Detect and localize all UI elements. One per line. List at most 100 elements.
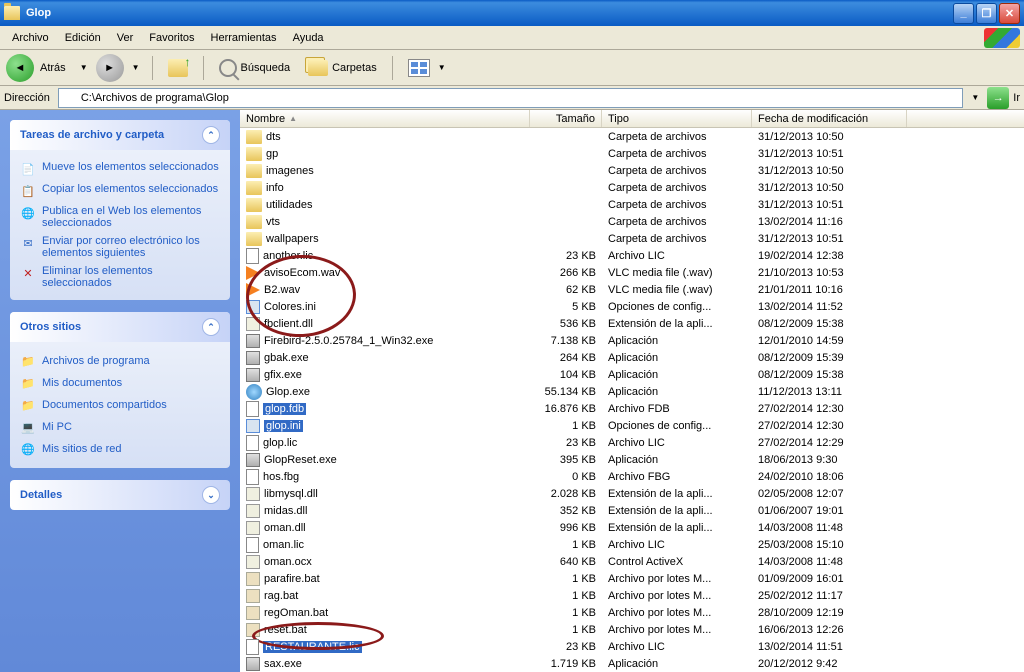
file-row[interactable]: oman.dll 996 KB Extensión de la apli... …	[240, 519, 1024, 536]
menu-favoritos[interactable]: Favoritos	[141, 29, 202, 47]
tasks-panel-header[interactable]: Tareas de archivo y carpeta ⌃	[10, 120, 230, 150]
minimize-button[interactable]: _	[953, 3, 974, 24]
file-row[interactable]: Firebird-2.5.0.25784_1_Win32.exe 7.138 K…	[240, 332, 1024, 349]
close-button[interactable]: ✕	[999, 3, 1020, 24]
file-row[interactable]: glop.lic 23 KB Archivo LIC 27/02/2014 12…	[240, 434, 1024, 451]
file-size: 395 KB	[530, 454, 602, 466]
file-row[interactable]: oman.lic 1 KB Archivo LIC 25/03/2008 15:…	[240, 536, 1024, 553]
up-button[interactable]	[161, 54, 195, 82]
file-icon	[246, 401, 259, 417]
task-item[interactable]: ✉Enviar por correo electrónico los eleme…	[20, 232, 220, 262]
file-row[interactable]: hos.fbg 0 KB Archivo FBG 24/02/2010 18:0…	[240, 468, 1024, 485]
file-name: regOman.bat	[264, 607, 328, 619]
place-item[interactable]: 📁Archivos de programa	[20, 350, 220, 372]
exe-icon	[246, 368, 260, 382]
exe-icon	[246, 453, 260, 467]
file-row[interactable]: sax.exe 1.719 KB Aplicación 20/12/2012 9…	[240, 655, 1024, 672]
folders-button[interactable]: Carpetas	[301, 55, 384, 81]
file-row[interactable]: parafire.bat 1 KB Archivo por lotes M...…	[240, 570, 1024, 587]
dll-icon	[246, 317, 260, 331]
file-row[interactable]: glop.fdb 16.876 KB Archivo FDB 27/02/201…	[240, 400, 1024, 417]
file-row[interactable]: gfix.exe 104 KB Aplicación 08/12/2009 15…	[240, 366, 1024, 383]
task-item[interactable]: 🌐Publica en el Web los elementos selecci…	[20, 202, 220, 232]
file-name: B2.wav	[264, 284, 300, 296]
file-date: 19/02/2014 12:38	[752, 250, 907, 262]
file-row[interactable]: gbak.exe 264 KB Aplicación 08/12/2009 15…	[240, 349, 1024, 366]
file-row[interactable]: RESTAURANTE.lic 23 KB Archivo LIC 13/02/…	[240, 638, 1024, 655]
file-name: oman.dll	[264, 522, 306, 534]
file-name: info	[266, 182, 284, 194]
col-name[interactable]: Nombre▲	[240, 110, 530, 127]
places-panel: Otros sitios ⌃ 📁Archivos de programa📁Mis…	[10, 312, 230, 468]
file-size: 0 KB	[530, 471, 602, 483]
file-row[interactable]: reset.bat 1 KB Archivo por lotes M... 16…	[240, 621, 1024, 638]
file-type: Aplicación	[602, 369, 752, 381]
back-label: Atrás	[38, 62, 72, 74]
file-row[interactable]: B2.wav 62 KB VLC media file (.wav) 21/01…	[240, 281, 1024, 298]
file-row[interactable]: vts Carpeta de archivos 13/02/2014 11:16	[240, 213, 1024, 230]
col-date[interactable]: Fecha de modificación	[752, 110, 907, 127]
address-path: C:\Archivos de programa\Glop	[81, 92, 229, 104]
mail-icon: ✉	[20, 235, 36, 251]
menu-ayuda[interactable]: Ayuda	[285, 29, 332, 47]
place-item[interactable]: 📁Documentos compartidos	[20, 394, 220, 416]
task-item[interactable]: 📋Copiar los elementos seleccionados	[20, 180, 220, 202]
address-input[interactable]: C:\Archivos de programa\Glop	[58, 88, 963, 108]
file-row[interactable]: glop.ini 1 KB Opciones de config... 27/0…	[240, 417, 1024, 434]
address-dropdown[interactable]: ▼	[967, 93, 983, 102]
go-button[interactable]: →	[987, 87, 1009, 109]
file-name: Glop.exe	[266, 386, 310, 398]
file-row[interactable]: GlopReset.exe 395 KB Aplicación 18/06/20…	[240, 451, 1024, 468]
file-row[interactable]: libmysql.dll 2.028 KB Extensión de la ap…	[240, 485, 1024, 502]
file-date: 21/01/2011 10:16	[752, 284, 907, 296]
back-button[interactable]: ◄	[6, 54, 34, 82]
details-panel-header[interactable]: Detalles ⌄	[10, 480, 230, 510]
file-row[interactable]: imagenes Carpeta de archivos 31/12/2013 …	[240, 162, 1024, 179]
file-row[interactable]: rag.bat 1 KB Archivo por lotes M... 25/0…	[240, 587, 1024, 604]
file-type: Control ActiveX	[602, 556, 752, 568]
file-row[interactable]: dts Carpeta de archivos 31/12/2013 10:50	[240, 128, 1024, 145]
views-button[interactable]: ▼	[401, 54, 457, 82]
menu-ver[interactable]: Ver	[109, 29, 142, 47]
file-row[interactable]: avisoEcom.wav 266 KB VLC media file (.wa…	[240, 264, 1024, 281]
menu-edicion[interactable]: Edición	[57, 29, 109, 47]
search-button[interactable]: Búsqueda	[212, 54, 298, 82]
forward-button[interactable]: ►	[96, 54, 124, 82]
file-name: reset.bat	[264, 624, 307, 636]
file-row[interactable]: info Carpeta de archivos 31/12/2013 10:5…	[240, 179, 1024, 196]
file-row[interactable]: another.lic 23 KB Archivo LIC 19/02/2014…	[240, 247, 1024, 264]
file-name: glop.lic	[263, 437, 297, 449]
file-row[interactable]: fbclient.dll 536 KB Extensión de la apli…	[240, 315, 1024, 332]
task-item[interactable]: 📄Mueve los elementos seleccionados	[20, 158, 220, 180]
maximize-button[interactable]: ❐	[976, 3, 997, 24]
file-date: 28/10/2009 12:19	[752, 607, 907, 619]
file-row[interactable]: Colores.ini 5 KB Opciones de config... 1…	[240, 298, 1024, 315]
task-item[interactable]: ✕Eliminar los elementos seleccionados	[20, 262, 220, 292]
place-item[interactable]: 💻Mi PC	[20, 416, 220, 438]
file-date: 24/02/2010 18:06	[752, 471, 907, 483]
file-row[interactable]: gp Carpeta de archivos 31/12/2013 10:51	[240, 145, 1024, 162]
views-icon	[408, 59, 430, 77]
file-row[interactable]: midas.dll 352 KB Extensión de la apli...…	[240, 502, 1024, 519]
file-name: glop.fdb	[263, 403, 306, 415]
back-dropdown[interactable]: ▼	[76, 63, 92, 72]
file-row[interactable]: utilidades Carpeta de archivos 31/12/201…	[240, 196, 1024, 213]
folder-icon	[246, 232, 262, 246]
place-item[interactable]: 🌐Mis sitios de red	[20, 438, 220, 460]
file-row[interactable]: regOman.bat 1 KB Archivo por lotes M... …	[240, 604, 1024, 621]
col-type[interactable]: Tipo	[602, 110, 752, 127]
places-panel-header[interactable]: Otros sitios ⌃	[10, 312, 230, 342]
file-row[interactable]: wallpapers Carpeta de archivos 31/12/201…	[240, 230, 1024, 247]
menu-archivo[interactable]: Archivo	[4, 29, 57, 47]
file-type: Archivo LIC	[602, 641, 752, 653]
file-row[interactable]: oman.ocx 640 KB Control ActiveX 14/03/20…	[240, 553, 1024, 570]
menu-herramientas[interactable]: Herramientas	[203, 29, 285, 47]
file-name: Firebird-2.5.0.25784_1_Win32.exe	[264, 335, 433, 347]
col-size[interactable]: Tamaño	[530, 110, 602, 127]
file-row[interactable]: Glop.exe 55.134 KB Aplicación 11/12/2013…	[240, 383, 1024, 400]
place-item[interactable]: 📁Mis documentos	[20, 372, 220, 394]
file-size: 266 KB	[530, 267, 602, 279]
forward-dropdown[interactable]: ▼	[128, 63, 144, 72]
file-date: 13/02/2014 11:52	[752, 301, 907, 313]
file-icon	[246, 639, 259, 655]
